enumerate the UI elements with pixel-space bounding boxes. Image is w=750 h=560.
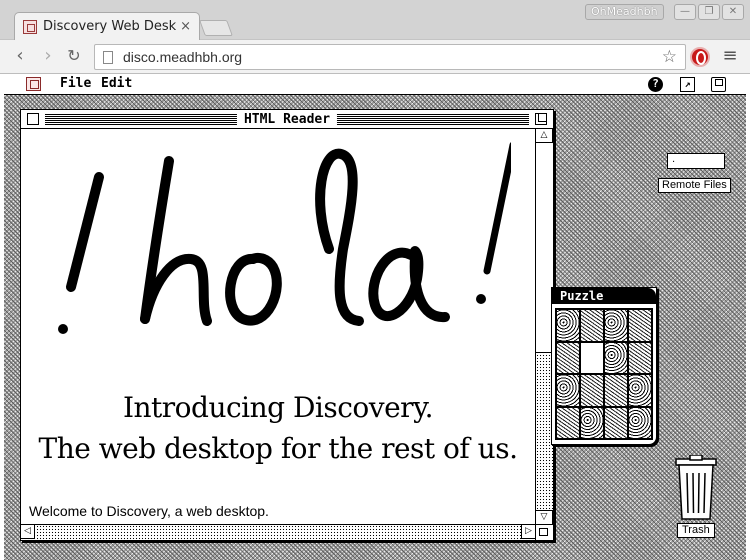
profile-button[interactable]: OhMeadhbh	[585, 4, 664, 20]
html-reader-window[interactable]: HTML Reader Introducing Discovery. The w…	[20, 109, 554, 541]
desktop-background[interactable]: HTML Reader Introducing Discovery. The w…	[4, 95, 746, 560]
browser-tab[interactable]: Discovery Web Deskt ×	[14, 12, 200, 40]
puzzle-tile[interactable]	[557, 310, 579, 341]
help-icon[interactable]: ?	[648, 77, 663, 92]
puzzle-tile[interactable]	[581, 375, 603, 406]
new-tab-button[interactable]	[199, 20, 233, 36]
scroll-left-arrow-icon[interactable]: ◁	[21, 525, 35, 539]
puzzle-tile[interactable]	[581, 310, 603, 341]
welcome-text: Welcome to Discovery, a web desktop.	[29, 503, 269, 519]
remote-files-icon[interactable]: .	[667, 153, 725, 169]
maximize-button[interactable]: ❐	[698, 4, 720, 20]
reader-content: Introducing Discovery. The web desktop f…	[21, 129, 535, 524]
menu-file[interactable]: File	[60, 76, 91, 91]
fullscreen-icon[interactable]: ↗	[680, 77, 695, 92]
puzzle-tile[interactable]	[629, 407, 651, 438]
window-zoom-box[interactable]	[535, 113, 547, 125]
puzzle-tile[interactable]	[557, 375, 579, 406]
puzzle-tile[interactable]	[605, 375, 627, 406]
app-menu-icon[interactable]	[26, 77, 41, 91]
bookmark-star-icon[interactable]: ☆	[662, 47, 677, 67]
remote-files-label[interactable]: Remote Files	[658, 178, 731, 193]
minimize-button[interactable]: —	[674, 4, 696, 20]
page-icon	[103, 50, 113, 64]
scroll-down-arrow-icon[interactable]: ▽	[536, 510, 553, 524]
trash-label[interactable]: Trash	[677, 523, 715, 538]
puzzle-tile[interactable]	[629, 310, 651, 341]
puzzle-board	[555, 308, 653, 440]
tab-title: Discovery Web Deskt	[43, 19, 177, 34]
puzzle-tile[interactable]	[629, 342, 651, 373]
window-resize-box[interactable]	[535, 524, 553, 540]
window-title: HTML Reader	[236, 111, 338, 128]
opera-extension-icon[interactable]	[690, 47, 710, 67]
address-bar[interactable]: disco.meadhbh.org ☆	[94, 44, 686, 70]
browser-toolbar: ‹ › ↻ disco.meadhbh.org ☆ ≡	[0, 40, 750, 74]
puzzle-tile[interactable]	[605, 407, 627, 438]
window-titlebar[interactable]: HTML Reader	[21, 110, 553, 129]
puzzle-tile[interactable]	[557, 407, 579, 438]
puzzle-tile[interactable]	[557, 342, 579, 373]
forward-arrow-icon[interactable]: ›	[36, 44, 60, 68]
intro-heading: Introducing Discovery.	[122, 391, 434, 424]
puzzle-tile[interactable]	[605, 342, 627, 373]
tab-close-icon[interactable]: ×	[180, 19, 191, 34]
scroll-up-arrow-icon[interactable]: △	[536, 129, 553, 143]
url-text: disco.meadhbh.org	[123, 49, 243, 65]
trash-icon[interactable]	[674, 455, 718, 521]
reload-icon[interactable]: ↻	[62, 44, 86, 68]
horizontal-scrollbar[interactable]: ◁ ▷	[21, 524, 535, 540]
save-icon[interactable]	[711, 77, 726, 92]
desktop-menubar: File Edit ? ↗	[4, 74, 746, 95]
puzzle-tile[interactable]	[629, 375, 651, 406]
window-close-box[interactable]	[27, 113, 39, 125]
puzzle-window[interactable]: Puzzle	[551, 287, 657, 445]
intro-tagline: The web desktop for the rest of us.	[38, 432, 518, 465]
hamburger-menu-icon[interactable]: ≡	[720, 45, 740, 66]
scroll-right-arrow-icon[interactable]: ▷	[521, 525, 535, 539]
puzzle-title[interactable]: Puzzle	[552, 288, 656, 304]
back-arrow-icon[interactable]: ‹	[8, 44, 32, 68]
puzzle-empty-tile[interactable]	[581, 342, 603, 373]
browser-tabstrip: Discovery Web Deskt × OhMeadhbh — ❐ ✕	[0, 0, 750, 40]
close-window-button[interactable]: ✕	[722, 4, 744, 20]
page-viewport: File Edit ? ↗ HTML Reader Introducing Di…	[4, 74, 746, 560]
hola-handwritten-image	[58, 142, 511, 334]
puzzle-tile[interactable]	[581, 407, 603, 438]
discovery-favicon-icon	[23, 19, 37, 34]
menu-edit[interactable]: Edit	[101, 76, 132, 91]
puzzle-tile[interactable]	[605, 310, 627, 341]
